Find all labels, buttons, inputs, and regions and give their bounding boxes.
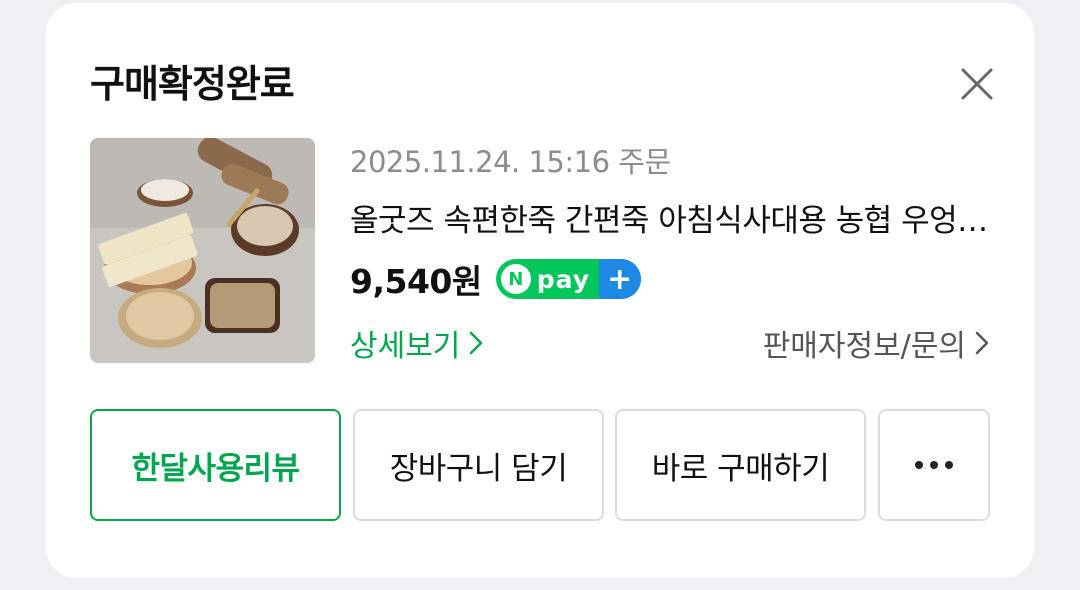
monthly-review-label: 한달사용리뷰 (131, 450, 300, 487)
chevron-right-icon (975, 331, 989, 355)
order-date: 2025.11.24. 15:16 주문 (350, 145, 671, 179)
product-price: 9,540원 (350, 262, 482, 301)
buy-now-label: 바로 구매하기 (651, 450, 830, 487)
product-image (90, 138, 315, 363)
npay-label: pay (536, 264, 591, 294)
more-icon (915, 461, 953, 469)
seller-info-label: 판매자정보/문의 (762, 329, 966, 364)
close-icon (961, 68, 993, 100)
chevron-right-icon (470, 331, 483, 355)
seller-info-link[interactable]: 판매자정보/문의 (763, 321, 990, 365)
links-row: 상세보기 판매자정보/문의 (350, 321, 990, 365)
add-to-cart-button[interactable]: 장바구니 담기 (353, 409, 604, 521)
product-thumbnail[interactable] (90, 138, 315, 363)
more-button[interactable] (878, 409, 990, 521)
order-complete-card: 구매확정완료 2025.11.24. 15:16 주문 올굿즈 속편한죽 간편죽… (46, 3, 1034, 578)
detail-link[interactable]: 상세보기 (350, 321, 484, 365)
card-title: 구매확정완료 (90, 62, 295, 106)
npay-n-icon: N (500, 264, 531, 294)
order-info: 2025.11.24. 15:16 주문 올굿즈 속편한죽 간편죽 아침식사대용… (350, 141, 990, 365)
detail-link-label: 상세보기 (350, 329, 461, 364)
buy-now-button[interactable]: 바로 구매하기 (615, 409, 866, 521)
product-name[interactable]: 올굿즈 속편한죽 간편죽 아침식사대용 농협 우엉 마죽 20g x 30포 (350, 199, 990, 243)
close-button[interactable] (954, 61, 1000, 107)
plus-icon: + (598, 259, 641, 299)
npay-plus-badge: N pay + (495, 259, 641, 299)
monthly-review-button[interactable]: 한달사용리뷰 (90, 409, 341, 521)
add-to-cart-label: 장바구니 담기 (389, 450, 568, 487)
price-row: 9,540원 N pay + (350, 257, 990, 301)
